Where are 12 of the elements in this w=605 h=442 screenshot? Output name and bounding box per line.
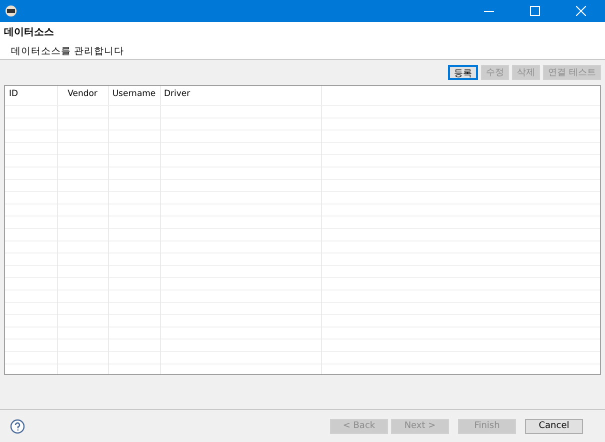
page-title: 데이터소스 [4, 26, 54, 39]
column-header[interactable]: Driver [164, 89, 190, 99]
maximize-icon[interactable] [530, 6, 540, 16]
column-header[interactable]: Username [112, 89, 156, 99]
footer-button[interactable]: Cancel [525, 418, 583, 434]
toolbar-button[interactable]: 등록 [448, 65, 478, 80]
help-icon[interactable] [10, 418, 25, 434]
close-icon[interactable] [576, 6, 586, 16]
page-description: 데이터소스를 관리합니다 [11, 45, 124, 58]
column-header[interactable]: ID [9, 89, 18, 99]
column-header[interactable]: Vendor [68, 89, 98, 99]
app-icon [5, 5, 17, 17]
